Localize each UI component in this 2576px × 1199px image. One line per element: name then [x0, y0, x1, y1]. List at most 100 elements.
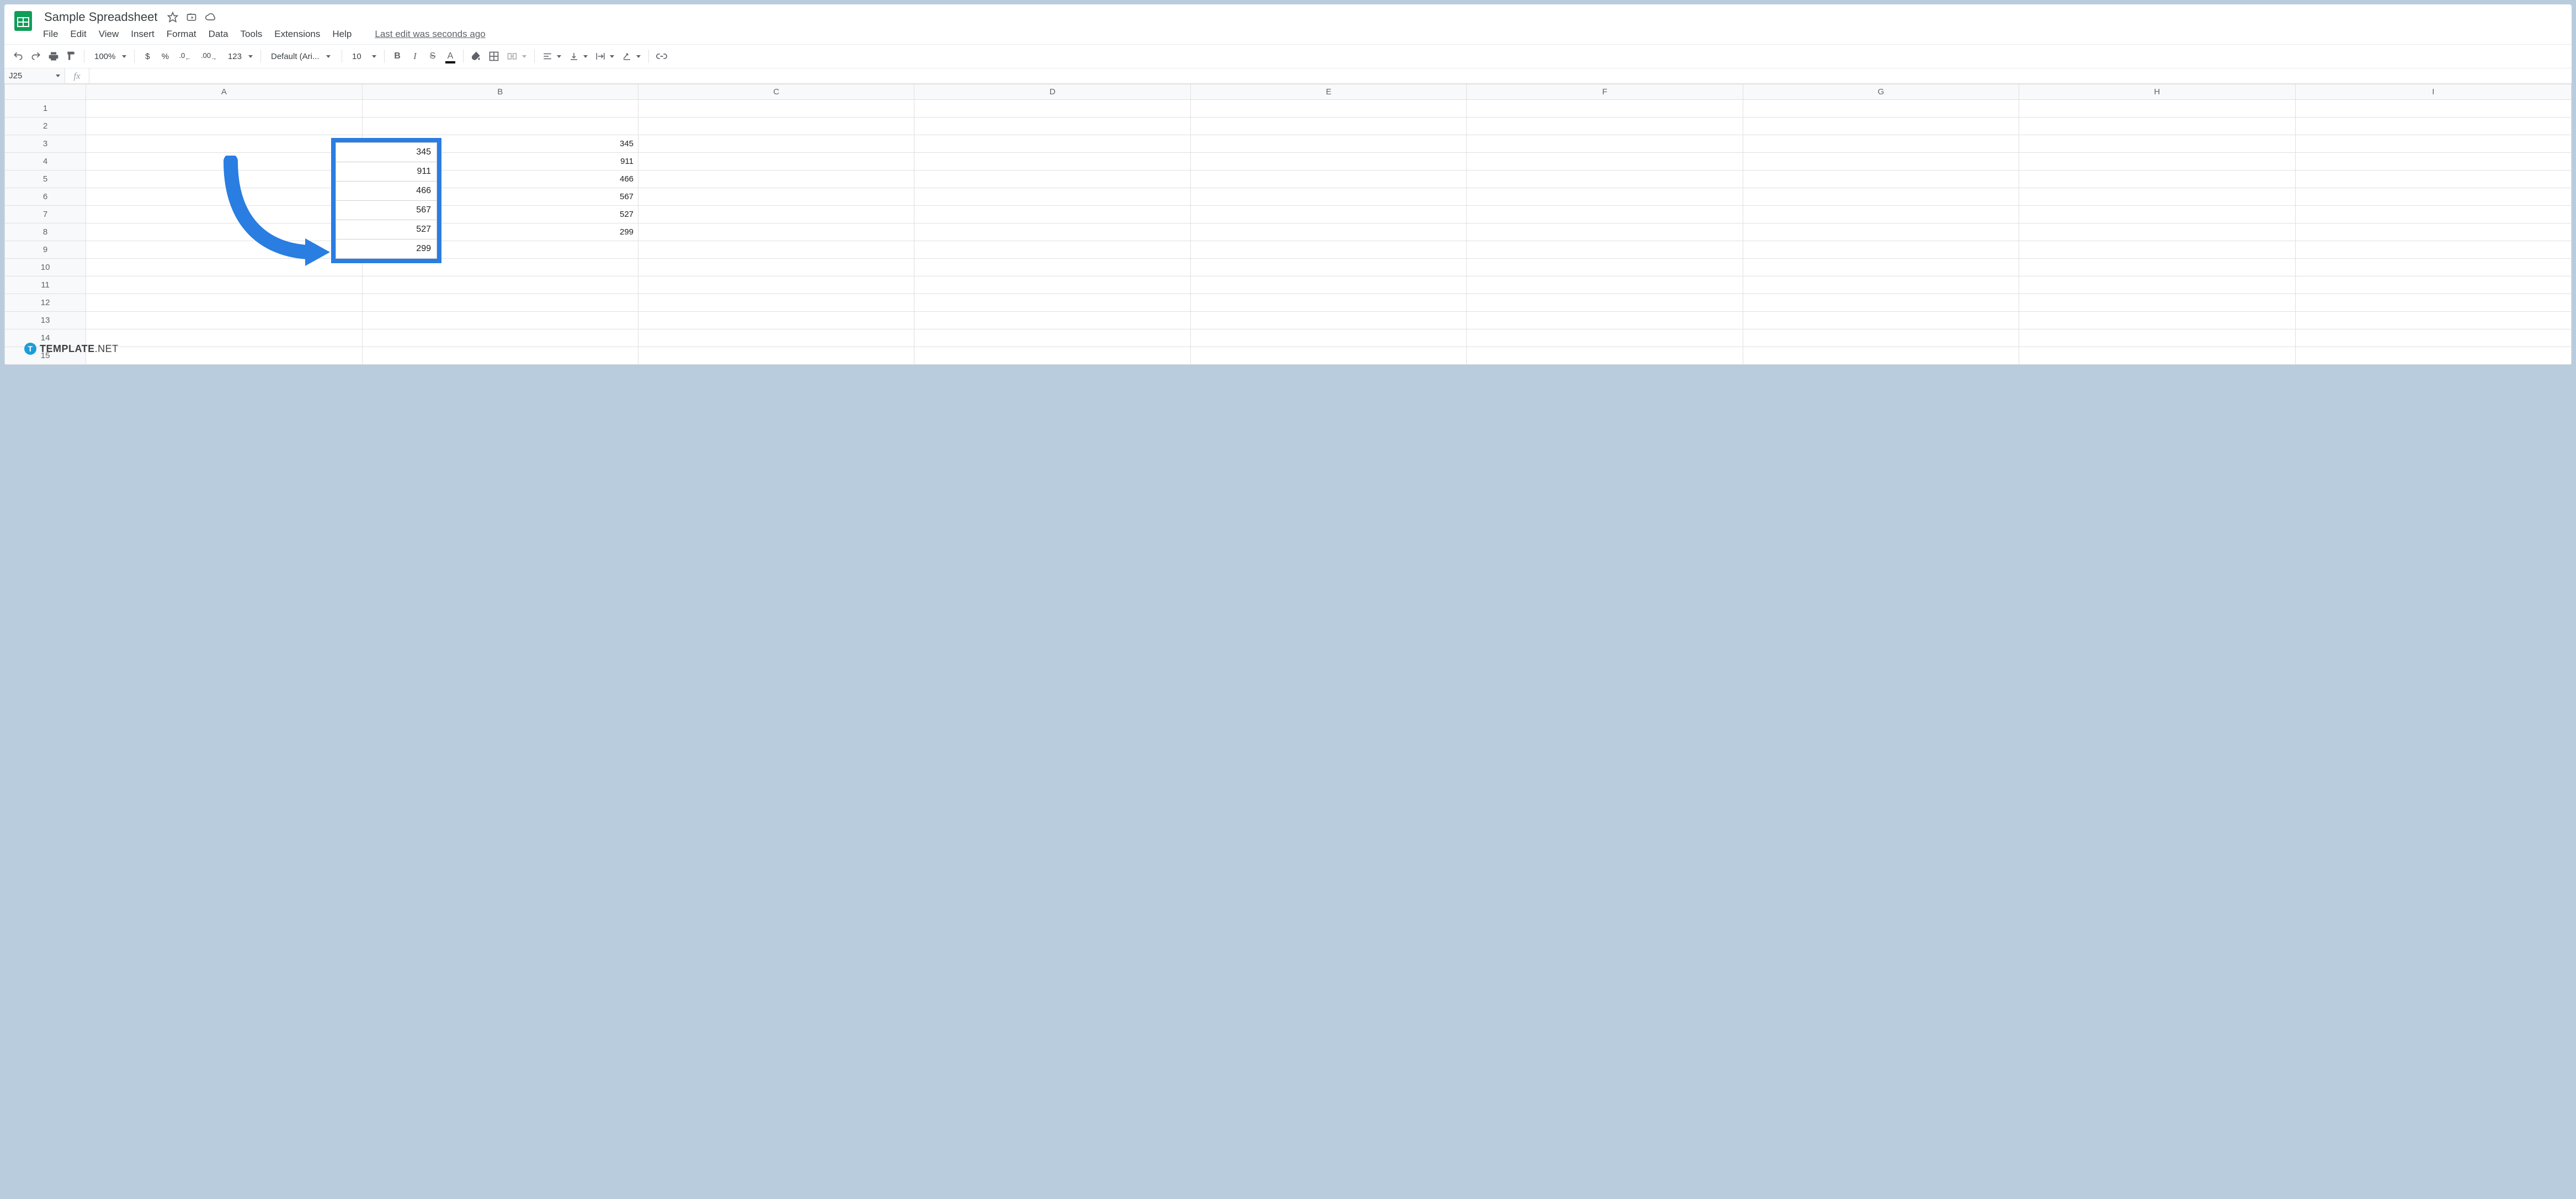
- cell-F2[interactable]: [1467, 118, 1743, 135]
- cell-C8[interactable]: [638, 223, 914, 241]
- row-head-6[interactable]: 6: [5, 188, 86, 206]
- rotate-dropdown[interactable]: [619, 51, 644, 61]
- cell-A15[interactable]: [86, 347, 362, 365]
- format-percent-button[interactable]: %: [157, 48, 173, 65]
- cell-H3[interactable]: [2019, 135, 2295, 153]
- cell-H6[interactable]: [2019, 188, 2295, 206]
- cell-D13[interactable]: [914, 312, 1190, 329]
- row-head-3[interactable]: 3: [5, 135, 86, 153]
- wrap-dropdown[interactable]: [592, 51, 618, 61]
- print-button[interactable]: [45, 48, 62, 65]
- cell-I15[interactable]: [2295, 347, 2571, 365]
- cell-B13[interactable]: [362, 312, 638, 329]
- cell-H9[interactable]: [2019, 241, 2295, 259]
- cell-A6[interactable]: [86, 188, 362, 206]
- col-head-E[interactable]: E: [1190, 84, 1466, 100]
- menu-data[interactable]: Data: [209, 29, 228, 40]
- cell-C14[interactable]: [638, 329, 914, 347]
- cell-B2[interactable]: [362, 118, 638, 135]
- font-dropdown[interactable]: Default (Ari...: [265, 52, 337, 61]
- cell-G9[interactable]: [1743, 241, 2019, 259]
- cell-F8[interactable]: [1467, 223, 1743, 241]
- cell-B12[interactable]: [362, 294, 638, 312]
- cell-B7[interactable]: 527: [362, 206, 638, 223]
- cell-E13[interactable]: [1190, 312, 1466, 329]
- more-formats-dropdown[interactable]: 123: [222, 52, 256, 61]
- cell-G10[interactable]: [1743, 259, 2019, 276]
- cell-H4[interactable]: [2019, 153, 2295, 170]
- cell-C13[interactable]: [638, 312, 914, 329]
- cell-G8[interactable]: [1743, 223, 2019, 241]
- cell-F12[interactable]: [1467, 294, 1743, 312]
- cell-C3[interactable]: [638, 135, 914, 153]
- cell-D4[interactable]: [914, 153, 1190, 170]
- cell-C1[interactable]: [638, 100, 914, 118]
- cell-H5[interactable]: [2019, 170, 2295, 188]
- redo-button[interactable]: [28, 48, 44, 65]
- menu-insert[interactable]: Insert: [131, 29, 155, 40]
- cell-E2[interactable]: [1190, 118, 1466, 135]
- cell-I5[interactable]: [2295, 170, 2571, 188]
- cell-G11[interactable]: [1743, 276, 2019, 294]
- cell-G6[interactable]: [1743, 188, 2019, 206]
- col-head-H[interactable]: H: [2019, 84, 2295, 100]
- cell-F14[interactable]: [1467, 329, 1743, 347]
- cell-B15[interactable]: [362, 347, 638, 365]
- cell-H13[interactable]: [2019, 312, 2295, 329]
- cell-D3[interactable]: [914, 135, 1190, 153]
- cell-B10[interactable]: [362, 259, 638, 276]
- row-head-9[interactable]: 9: [5, 241, 86, 259]
- italic-button[interactable]: I: [407, 48, 423, 65]
- cell-D8[interactable]: [914, 223, 1190, 241]
- col-head-C[interactable]: C: [638, 84, 914, 100]
- borders-button[interactable]: [486, 48, 502, 65]
- cell-D15[interactable]: [914, 347, 1190, 365]
- menu-extensions[interactable]: Extensions: [274, 29, 320, 40]
- menu-file[interactable]: File: [43, 29, 58, 40]
- cell-H11[interactable]: [2019, 276, 2295, 294]
- cell-H15[interactable]: [2019, 347, 2295, 365]
- cell-D5[interactable]: [914, 170, 1190, 188]
- cell-F3[interactable]: [1467, 135, 1743, 153]
- cell-C12[interactable]: [638, 294, 914, 312]
- cell-F5[interactable]: [1467, 170, 1743, 188]
- row-head-8[interactable]: 8: [5, 223, 86, 241]
- cell-F9[interactable]: [1467, 241, 1743, 259]
- cell-G5[interactable]: [1743, 170, 2019, 188]
- cell-E12[interactable]: [1190, 294, 1466, 312]
- row-head-2[interactable]: 2: [5, 118, 86, 135]
- star-icon[interactable]: [167, 12, 178, 23]
- cell-B1[interactable]: [362, 100, 638, 118]
- cell-E4[interactable]: [1190, 153, 1466, 170]
- cell-I7[interactable]: [2295, 206, 2571, 223]
- cell-G13[interactable]: [1743, 312, 2019, 329]
- cell-D2[interactable]: [914, 118, 1190, 135]
- bold-button[interactable]: B: [389, 48, 406, 65]
- cell-A11[interactable]: [86, 276, 362, 294]
- cell-I10[interactable]: [2295, 259, 2571, 276]
- menu-help[interactable]: Help: [332, 29, 352, 40]
- name-box[interactable]: J25: [4, 68, 65, 83]
- row-head-11[interactable]: 11: [5, 276, 86, 294]
- cell-G12[interactable]: [1743, 294, 2019, 312]
- cell-A9[interactable]: [86, 241, 362, 259]
- row-head-7[interactable]: 7: [5, 206, 86, 223]
- select-all-corner[interactable]: [5, 84, 86, 100]
- cell-B5[interactable]: 466: [362, 170, 638, 188]
- cell-D14[interactable]: [914, 329, 1190, 347]
- merge-cells-dropdown[interactable]: [503, 51, 530, 62]
- cell-I12[interactable]: [2295, 294, 2571, 312]
- cell-C7[interactable]: [638, 206, 914, 223]
- insert-link-button[interactable]: [653, 48, 670, 65]
- cell-C6[interactable]: [638, 188, 914, 206]
- cell-E7[interactable]: [1190, 206, 1466, 223]
- cell-H8[interactable]: [2019, 223, 2295, 241]
- menu-edit[interactable]: Edit: [70, 29, 86, 40]
- paint-format-button[interactable]: [63, 48, 79, 65]
- move-icon[interactable]: [186, 12, 197, 23]
- col-head-A[interactable]: A: [86, 84, 362, 100]
- cell-E6[interactable]: [1190, 188, 1466, 206]
- cell-A4[interactable]: [86, 153, 362, 170]
- col-head-F[interactable]: F: [1467, 84, 1743, 100]
- cell-G4[interactable]: [1743, 153, 2019, 170]
